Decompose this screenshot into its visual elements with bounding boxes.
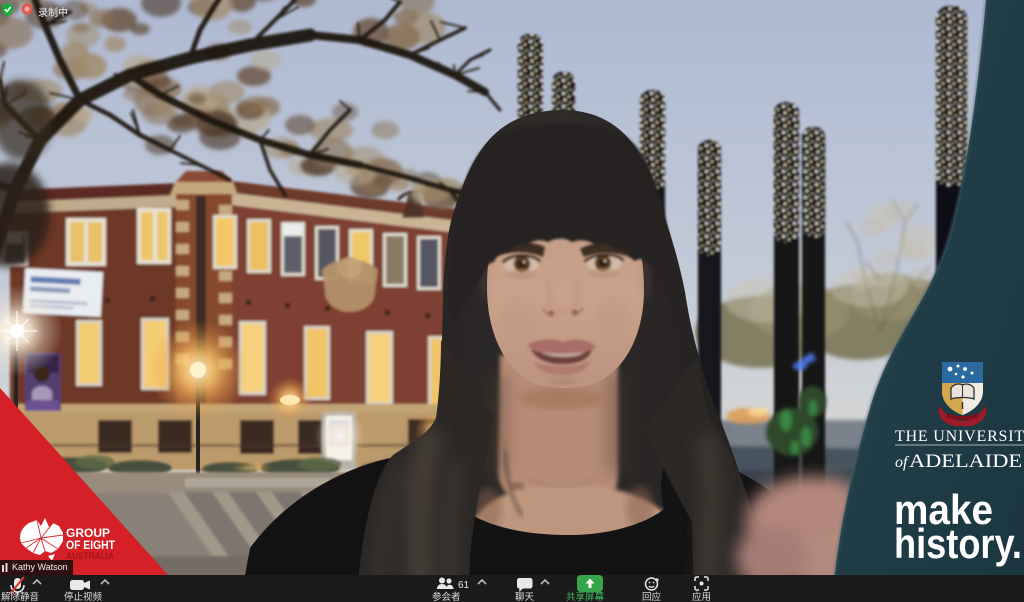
svg-text:THE UNIVERSITY: THE UNIVERSITY [895,428,1024,445]
svg-text:history.: history. [894,520,1022,567]
svg-text:ADELAIDE: ADELAIDE [909,451,1022,472]
svg-text:AUSTRALIA: AUSTRALIA [66,551,114,562]
svg-text:OF EIGHT: OF EIGHT [66,538,116,552]
